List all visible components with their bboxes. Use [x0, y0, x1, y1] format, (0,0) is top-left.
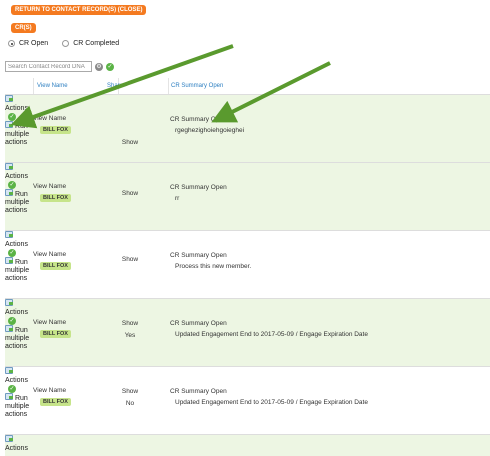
check-icon[interactable]: ✓	[8, 181, 16, 189]
share-value: Show	[121, 256, 139, 263]
cr-open-radio[interactable]	[8, 40, 15, 47]
actions-cell: Actions ✓ Run multiple actions	[5, 367, 31, 434]
summary-title: CR Summary Open	[170, 388, 227, 395]
return-to-contact-records-button[interactable]: RETURN TO CONTACT RECORD(S) (CLOSE)	[11, 5, 147, 15]
summary-text: Updated Engagement End to 2017-05-09 / E…	[175, 331, 368, 338]
summary-title: CR Summary Open	[170, 184, 227, 191]
run-link[interactable]: Run	[15, 191, 28, 198]
actions-icon[interactable]	[5, 299, 13, 306]
run-actions-text[interactable]: actions	[5, 343, 27, 350]
actions-cell: Actions	[5, 435, 31, 456]
actions-link[interactable]: Actions	[5, 445, 28, 452]
summary-text: Updated Engagement End to 2017-05-09 / E…	[175, 399, 368, 406]
cr-completed-label: CR Completed	[73, 40, 120, 47]
actions-link[interactable]: Actions	[5, 105, 28, 112]
share-flag: No	[125, 400, 135, 407]
run-link[interactable]: Run	[15, 395, 28, 402]
summary-title: CR Summary Open	[170, 116, 227, 123]
table-row: Actions	[5, 435, 490, 456]
actions-cell: Actions ✓ Run multiple actions	[5, 95, 31, 162]
gear-icon[interactable]: ⚙	[95, 62, 103, 71]
run-link[interactable]: Run	[15, 327, 28, 334]
run-icon[interactable]	[5, 393, 13, 400]
actions-link[interactable]: Actions	[5, 377, 28, 384]
summary-text: rr	[175, 195, 180, 202]
owner-badge: BILL FOX	[40, 330, 71, 338]
share-header[interactable]: Share	[89, 83, 141, 89]
search-bar: ⚙ ✓	[5, 61, 114, 72]
view-name: View Name	[33, 251, 67, 258]
actions-cell: Actions ✓ Run multiple actions	[5, 231, 31, 298]
owner-badge: BILL FOX	[40, 194, 71, 202]
cr-completed-radio[interactable]	[62, 40, 70, 47]
actions-icon[interactable]	[5, 231, 13, 238]
run-icon[interactable]	[5, 257, 13, 264]
run-actions-text[interactable]: actions	[5, 411, 27, 418]
view-name: View Name	[33, 387, 67, 394]
share-value: Show	[121, 139, 139, 146]
share-flag: Yes	[124, 332, 136, 339]
run-actions-text[interactable]: actions	[5, 207, 27, 214]
cr-open-label: CR Open	[19, 40, 49, 47]
run-icon[interactable]	[5, 189, 13, 196]
check-icon[interactable]: ✓	[8, 385, 16, 393]
summary-text: rgeghezighoiehgoieghei	[175, 127, 245, 134]
run-multiple-text[interactable]: multiple	[5, 403, 29, 410]
check-icon[interactable]: ✓	[8, 113, 16, 121]
table-row: Actions ✓ Run multiple actions View Name…	[5, 367, 490, 435]
table-header: View Name Share CR Summary Open	[5, 78, 490, 95]
run-icon[interactable]	[5, 325, 13, 332]
run-multiple-text[interactable]: multiple	[5, 267, 29, 274]
summary-text: Process this new member.	[175, 263, 252, 270]
go-icon[interactable]: ✓	[106, 62, 114, 71]
contact-records-table: View Name Share CR Summary Open Actions …	[5, 78, 490, 456]
run-link[interactable]: Run	[15, 259, 28, 266]
actions-link[interactable]: Actions	[5, 309, 28, 316]
run-icon[interactable]	[5, 121, 13, 128]
share-value: Show	[121, 388, 139, 395]
actions-icon[interactable]	[5, 435, 13, 442]
table-row: Actions ✓ Run multiple actions View Name…	[5, 299, 490, 367]
actions-link[interactable]: Actions	[5, 241, 28, 248]
summary-title: CR Summary Open	[170, 252, 227, 259]
table-row: Actions ✓ Run multiple actions View Name…	[5, 95, 490, 163]
owner-badge: BILL FOX	[40, 126, 71, 134]
check-icon[interactable]: ✓	[8, 249, 16, 257]
owner-badge: BILL FOX	[40, 262, 71, 270]
run-actions-text[interactable]: actions	[5, 139, 27, 146]
table-row: Actions ✓ Run multiple actions View Name…	[5, 163, 490, 231]
actions-cell: Actions ✓ Run multiple actions	[5, 163, 31, 230]
view-name: View Name	[33, 183, 67, 190]
run-multiple-text[interactable]: multiple	[5, 335, 29, 342]
actions-cell: Actions ✓ Run multiple actions	[5, 299, 31, 366]
summary-title: CR Summary Open	[170, 320, 227, 327]
view-name: View Name	[33, 115, 67, 122]
share-value: Show	[121, 190, 139, 197]
actions-icon[interactable]	[5, 95, 13, 102]
owner-badge: BILL FOX	[40, 398, 71, 406]
actions-icon[interactable]	[5, 367, 13, 374]
view-name-header[interactable]: View Name	[33, 83, 89, 89]
run-link[interactable]: Run	[15, 123, 28, 130]
actions-icon[interactable]	[5, 163, 13, 170]
view-name: View Name	[33, 319, 67, 326]
cr-status-filter: CR Open CR Completed	[8, 40, 129, 47]
search-input[interactable]	[5, 61, 92, 72]
table-row: Actions ✓ Run multiple actions View Name…	[5, 231, 490, 299]
run-multiple-text[interactable]: multiple	[5, 131, 29, 138]
crs-button[interactable]: CR(S)	[11, 23, 36, 33]
run-multiple-text[interactable]: multiple	[5, 199, 29, 206]
run-actions-text[interactable]: actions	[5, 275, 27, 282]
summary-header[interactable]: CR Summary Open	[141, 83, 490, 89]
share-value: Show	[121, 320, 139, 327]
actions-link[interactable]: Actions	[5, 173, 28, 180]
check-icon[interactable]: ✓	[8, 317, 16, 325]
